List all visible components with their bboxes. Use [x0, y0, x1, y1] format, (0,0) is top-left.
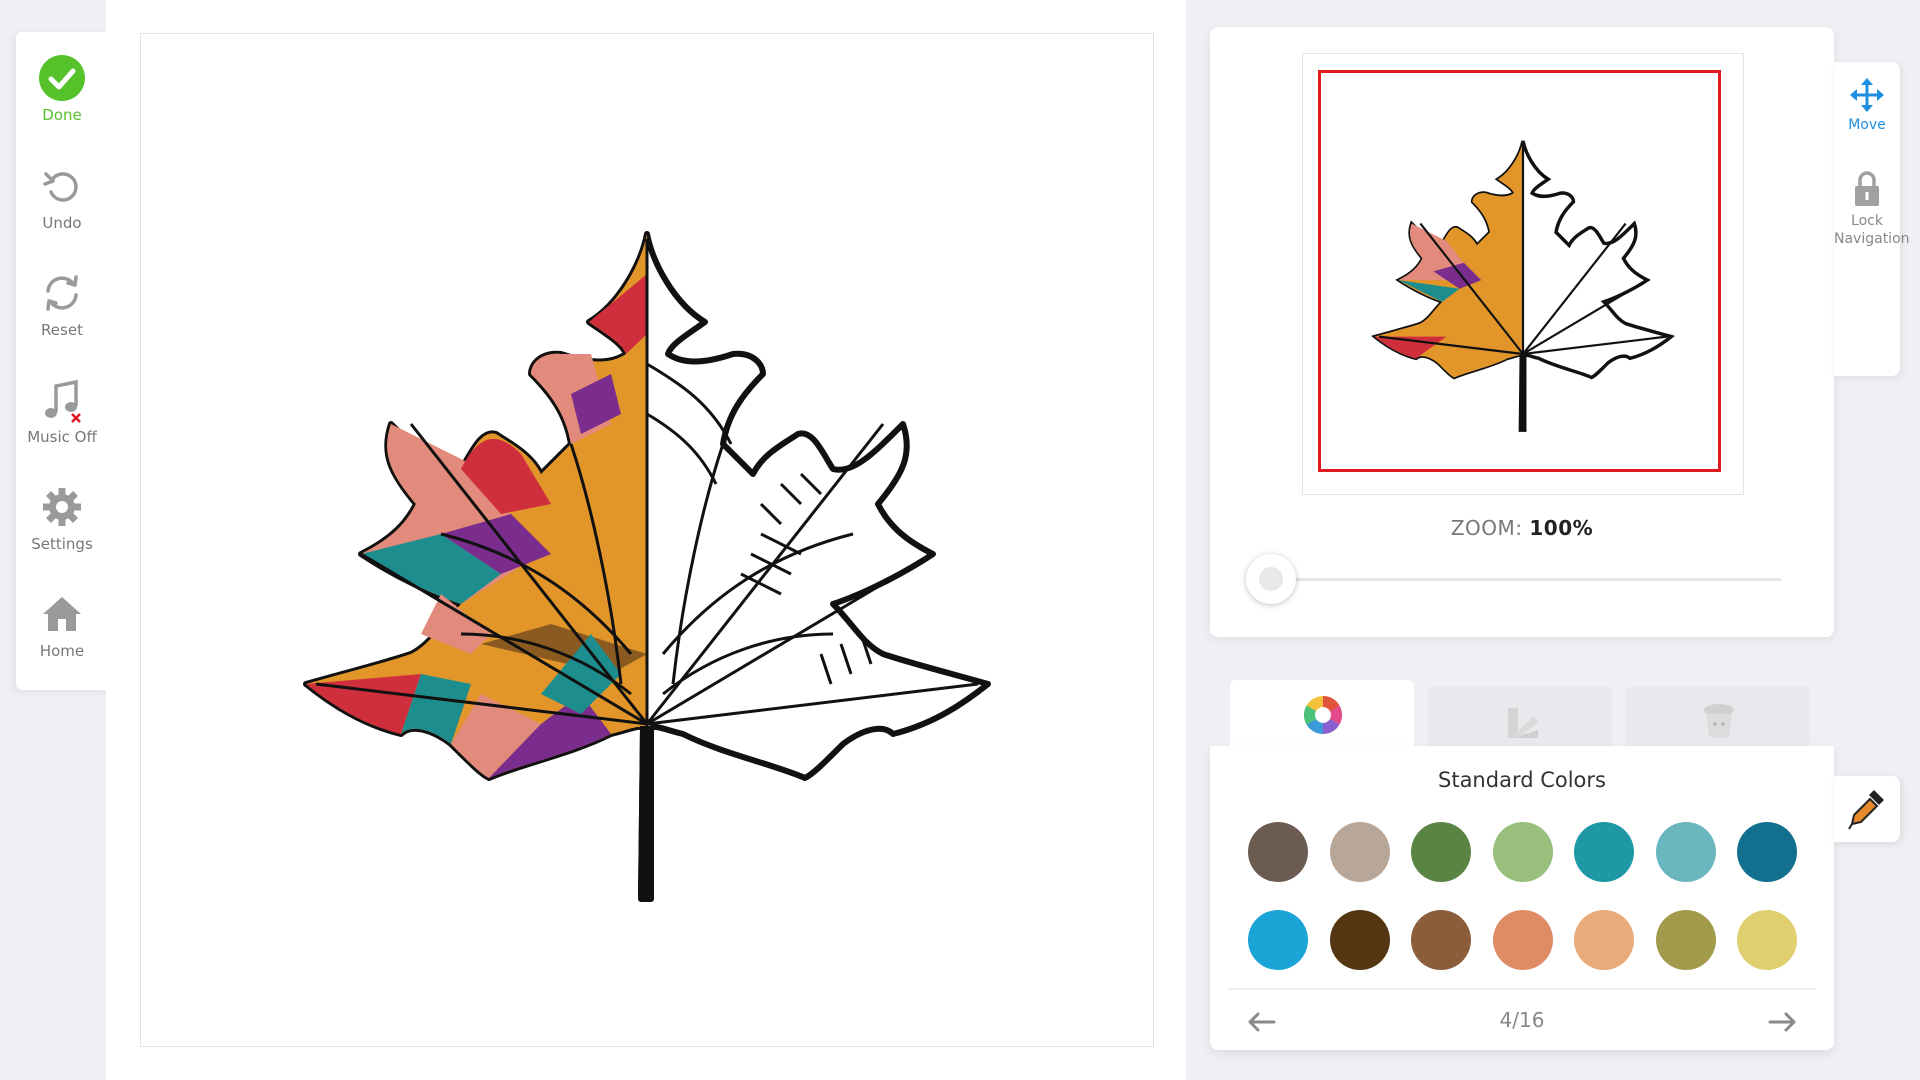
maple-leaf-artwork	[303, 231, 991, 902]
paint-pot-icon	[1704, 704, 1734, 739]
undo-icon	[38, 162, 86, 210]
palette-panel: Standard Colors 4/16	[1210, 746, 1834, 1050]
music-off-icon	[38, 376, 86, 424]
next-page-button[interactable]	[1762, 1002, 1802, 1042]
color-swatch[interactable]	[1655, 822, 1716, 882]
done-label: Done	[42, 106, 82, 124]
home-button[interactable]: Home	[16, 590, 108, 660]
arrow-right-icon	[1768, 1012, 1796, 1032]
color-picker-button[interactable]	[1834, 776, 1900, 842]
palette-title: Standard Colors	[1438, 768, 1606, 792]
reset-icon	[38, 269, 86, 317]
gear-icon	[38, 483, 86, 531]
zoom-slider-knob[interactable]	[1246, 554, 1296, 604]
page-indicator: 4/16	[1499, 1008, 1545, 1032]
color-swatch[interactable]	[1411, 910, 1471, 970]
gradient-fan-icon	[1508, 708, 1538, 738]
zoom-value: 100%	[1529, 516, 1594, 540]
zoom-label-text: ZOOM:	[1450, 516, 1523, 540]
color-swatch[interactable]	[1492, 910, 1553, 970]
color-swatch[interactable]	[1248, 910, 1308, 970]
lock-navigation-button[interactable]: Lock Navigation	[1834, 170, 1910, 248]
move-arrows-icon	[1850, 78, 1884, 112]
music-toggle-button[interactable]: Music Off	[16, 376, 108, 446]
color-swatch[interactable]	[1574, 822, 1634, 882]
color-wheel-icon	[1303, 695, 1343, 735]
color-swatch[interactable]	[1737, 910, 1797, 970]
tab-textures[interactable]	[1626, 686, 1810, 748]
color-swatch[interactable]	[1737, 822, 1797, 882]
home-label: Home	[39, 642, 85, 660]
move-label: Move	[1848, 117, 1886, 133]
coloring-canvas[interactable]	[140, 33, 1154, 1047]
lock-icon	[1855, 171, 1879, 206]
color-swatch[interactable]	[1492, 822, 1553, 882]
lock-label-line2: Navigation	[1834, 231, 1910, 247]
reset-button[interactable]: Reset	[16, 269, 108, 339]
music-label: Music Off	[27, 428, 97, 446]
color-swatch[interactable]	[1655, 910, 1716, 970]
navigation-tools: Move Lock Navigation	[1834, 62, 1910, 376]
color-swatch[interactable]	[1248, 822, 1308, 882]
zoom-slider-track[interactable]	[1270, 578, 1782, 581]
lock-label-line1: Lock	[1851, 213, 1883, 229]
tab-gradients[interactable]	[1428, 686, 1612, 748]
home-icon	[38, 590, 86, 638]
move-button[interactable]: Move	[1834, 78, 1900, 134]
tab-colors[interactable]	[1230, 680, 1414, 752]
undo-button[interactable]: Undo	[16, 162, 108, 232]
viewport-indicator[interactable]	[1318, 70, 1721, 472]
eyedropper-icon	[1848, 790, 1884, 830]
done-button[interactable]: Done	[16, 54, 108, 124]
undo-label: Undo	[42, 214, 82, 232]
settings-button[interactable]: Settings	[16, 483, 108, 553]
drawing-canvas-panel	[106, 0, 1186, 1080]
color-swatch[interactable]	[1329, 910, 1390, 970]
zoom-readout: ZOOM: 100%	[1210, 516, 1834, 540]
checkmark-icon	[38, 54, 86, 102]
color-swatch[interactable]	[1329, 822, 1390, 882]
tool-sidebar: Done Undo Reset Music Off Settings Home	[16, 32, 108, 690]
settings-label: Settings	[31, 535, 93, 553]
color-swatch[interactable]	[1574, 910, 1634, 970]
color-swatch[interactable]	[1411, 822, 1471, 882]
reset-label: Reset	[41, 321, 83, 339]
palette-divider	[1228, 988, 1816, 990]
